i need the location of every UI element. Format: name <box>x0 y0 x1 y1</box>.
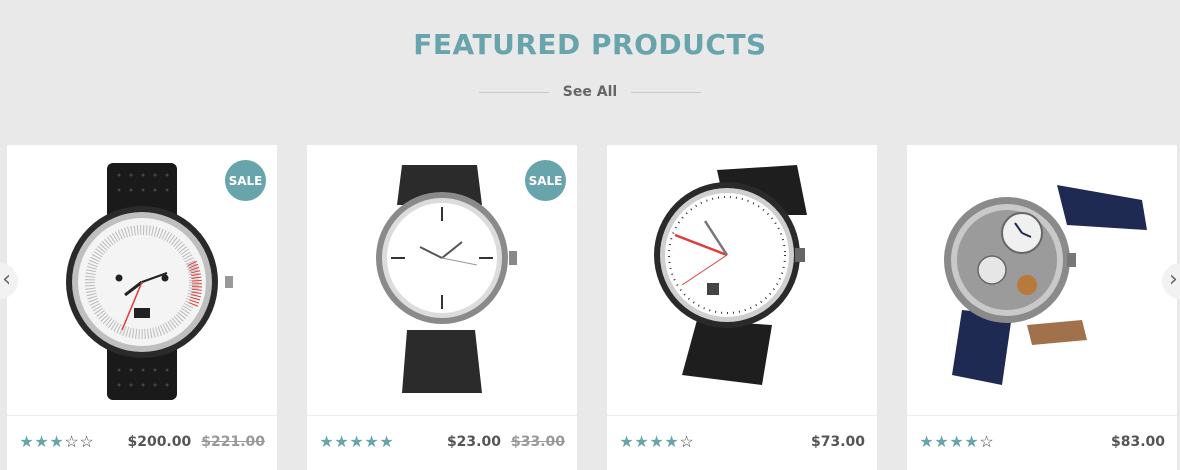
chevron-right-icon: › <box>1169 267 1178 292</box>
price-group: $200.00 $221.00 <box>127 434 265 450</box>
product-old-price: $33.00 <box>510 434 565 450</box>
star-filled-icon: ★ <box>934 434 949 451</box>
sale-badge: SALE <box>525 160 566 201</box>
rating-stars: ★ ★ ★ ★ ★ <box>319 434 394 452</box>
card-divider <box>307 415 577 416</box>
star-filled-icon: ★ <box>49 434 64 451</box>
divider-left <box>478 91 549 93</box>
star-empty-icon: ☆ <box>979 434 994 451</box>
star-filled-icon: ★ <box>334 434 349 451</box>
product-price: $73.00 <box>810 434 865 450</box>
star-filled-icon: ★ <box>619 434 634 451</box>
star-empty-icon: ☆ <box>679 434 694 451</box>
star-empty-icon: ☆ <box>79 434 94 451</box>
card-divider <box>907 415 1177 416</box>
product-old-price: $221.00 <box>201 434 265 450</box>
product-image[interactable] <box>607 145 877 415</box>
star-filled-icon: ★ <box>664 434 679 451</box>
star-filled-icon: ★ <box>919 434 934 451</box>
star-filled-icon: ★ <box>319 434 334 451</box>
see-all-link[interactable]: See All <box>563 84 617 100</box>
rating-stars: ★ ★ ★ ☆ ☆ <box>19 434 94 452</box>
chevron-left-icon: ‹ <box>2 267 11 292</box>
product-price: $83.00 <box>1110 434 1165 450</box>
star-filled-icon: ★ <box>964 434 979 451</box>
price-group: $83.00 <box>1111 434 1165 450</box>
divider-right <box>631 91 702 93</box>
star-filled-icon: ★ <box>949 434 964 451</box>
card-divider <box>7 415 277 416</box>
star-filled-icon: ★ <box>364 434 379 451</box>
see-all-row: See All <box>0 82 1180 102</box>
star-filled-icon: ★ <box>34 434 49 451</box>
product-card[interactable]: ★ ★ ★ ★ ☆ $83.00 <box>907 145 1177 470</box>
section-title: FEATURED PRODUCTS <box>413 28 767 61</box>
star-empty-icon: ☆ <box>64 434 79 451</box>
card-divider <box>607 415 877 416</box>
star-filled-icon: ★ <box>349 434 364 451</box>
product-card[interactable]: SALE ★ ★ ★ ★ ★ $23.00 $33.00 <box>307 145 577 470</box>
star-filled-icon: ★ <box>634 434 649 451</box>
watch-image <box>654 165 807 385</box>
product-price: $200.00 <box>127 434 192 450</box>
rating-stars: ★ ★ ★ ★ ☆ <box>619 434 694 452</box>
sale-badge: SALE <box>225 160 266 201</box>
watch-image <box>944 185 1147 385</box>
product-price: $23.00 <box>446 434 501 450</box>
price-group: $73.00 <box>811 434 865 450</box>
price-group: $23.00 $33.00 <box>447 434 565 450</box>
rating-stars: ★ ★ ★ ★ ☆ <box>919 434 994 452</box>
product-card[interactable]: SALE ★ ★ ★ ☆ ☆ $200.00 $221.00 <box>7 145 277 470</box>
star-filled-icon: ★ <box>379 434 394 451</box>
product-image[interactable] <box>907 145 1177 415</box>
product-card[interactable]: ★ ★ ★ ★ ☆ $73.00 <box>607 145 877 470</box>
star-filled-icon: ★ <box>649 434 664 451</box>
star-filled-icon: ★ <box>19 434 34 451</box>
